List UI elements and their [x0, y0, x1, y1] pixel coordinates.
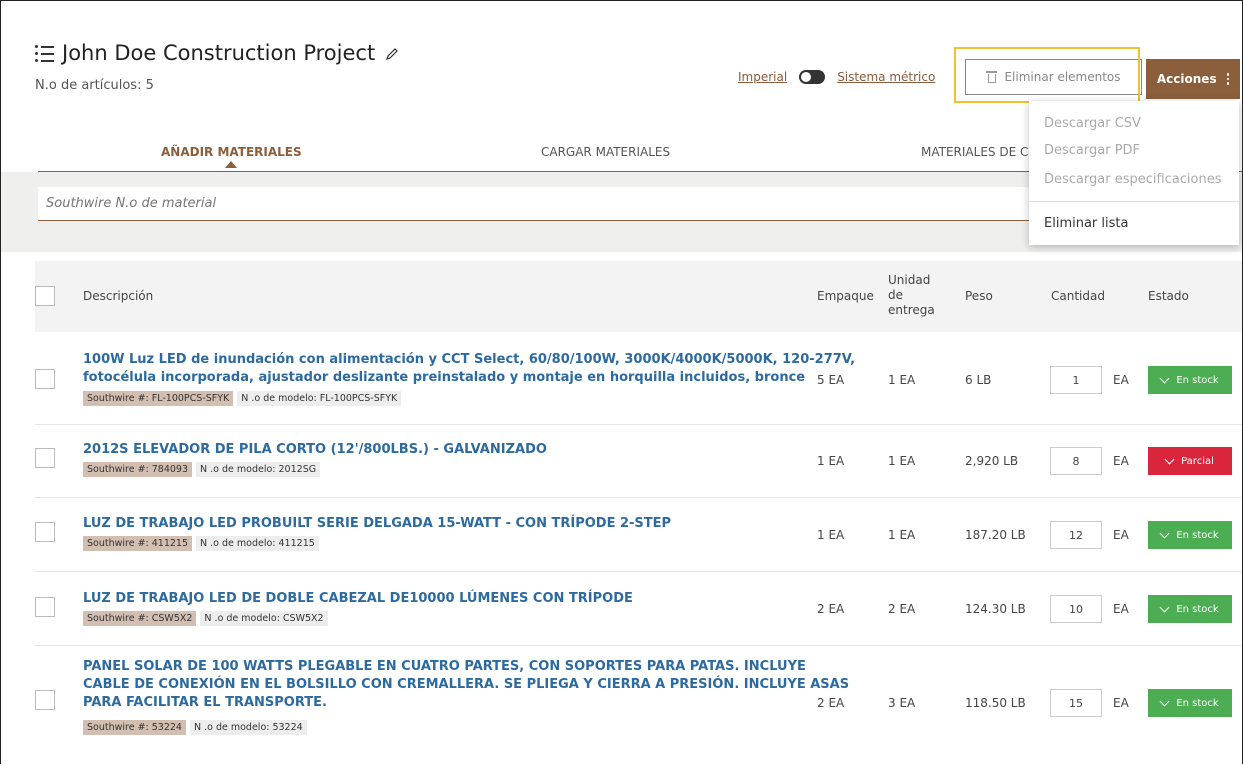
table-row: LUZ DE TRABAJO LED DE DOBLE CABEZAL DE10…	[35, 571, 1242, 646]
product-link[interactable]: 2012S ELEVADOR DE PILA CORTO (12'/800LBS…	[83, 441, 547, 459]
status-badge[interactable]: En stock	[1148, 521, 1232, 549]
southwire-number: Southwire #: FL-100PCS-SFYK	[83, 391, 234, 406]
header-package: Empaque	[817, 289, 874, 303]
quantity-unit: EA	[1113, 454, 1129, 468]
header-quantity: Cantidad	[1051, 289, 1105, 303]
row-checkbox[interactable]	[35, 597, 55, 617]
menu-download-pdf[interactable]: Descargar PDF	[1044, 143, 1140, 158]
southwire-number: Southwire #: 411215	[83, 536, 193, 551]
product-link[interactable]: 100W Luz LED de inundación con alimentac…	[83, 351, 855, 387]
product-tags: Southwire #: 411215 N .o de modelo: 4112…	[83, 536, 319, 551]
header-status: Estado	[1148, 289, 1189, 303]
unit-switch: Imperial Sistema métrico	[738, 70, 935, 84]
model-number: N .o de modelo: CSW5X2	[200, 611, 328, 626]
weight-cell: 187.20 LB	[965, 528, 1026, 542]
quantity-unit: EA	[1113, 373, 1129, 387]
quantity-input[interactable]	[1050, 689, 1102, 717]
unit-cell: 1 EA	[888, 373, 916, 387]
table-row: 100W Luz LED de inundación con alimentac…	[35, 341, 1242, 425]
item-count: N.o de artículos: 5	[35, 78, 154, 93]
quantity-input[interactable]	[1050, 521, 1102, 549]
header-unit: Unidad de entrega	[888, 273, 935, 317]
tab-add-materials[interactable]: AÑADIR MATERIALES	[161, 145, 302, 159]
header-weight: Peso	[965, 289, 993, 303]
product-tags: Southwire #: FL-100PCS-SFYK N .o de mode…	[83, 391, 402, 406]
actions-label: Acciones	[1156, 72, 1217, 86]
material-search-input[interactable]	[38, 187, 1038, 221]
table-row: 2012S ELEVADOR DE PILA CORTO (12'/800LBS…	[35, 424, 1242, 498]
kebab-icon	[1226, 73, 1230, 85]
quantity-unit: EA	[1113, 528, 1129, 542]
active-tab-indicator	[225, 161, 237, 168]
unit-cell: 1 EA	[888, 528, 916, 542]
menu-download-csv[interactable]: Descargar CSV	[1044, 116, 1141, 131]
status-badge[interactable]: En stock	[1148, 366, 1232, 394]
header-description: Descripción	[83, 289, 154, 303]
highlight-box	[954, 47, 1140, 103]
model-number: N .o de modelo: 53224	[189, 720, 307, 735]
table-row: LUZ DE TRABAJO LED PROBUILT SERIE DELGAD…	[35, 497, 1242, 572]
weight-cell: 124.30 LB	[965, 602, 1026, 616]
row-checkbox[interactable]	[35, 369, 55, 389]
southwire-number: Southwire #: CSW5X2	[83, 611, 197, 626]
quantity-unit: EA	[1113, 602, 1129, 616]
product-link[interactable]: LUZ DE TRABAJO LED PROBUILT SERIE DELGAD…	[83, 515, 671, 533]
package-cell: 2 EA	[817, 602, 845, 616]
tab-materials-de[interactable]: MATERIALES DE CO	[921, 145, 1029, 159]
unit-toggle[interactable]	[799, 70, 826, 84]
chevron-down-icon	[1159, 696, 1170, 706]
status-badge[interactable]: Parcial	[1148, 447, 1232, 475]
select-all-checkbox[interactable]	[35, 286, 55, 306]
chevron-down-icon	[1159, 528, 1170, 538]
chevron-down-icon	[1164, 454, 1175, 464]
page-title: John Doe Construction Project	[62, 41, 376, 65]
weight-cell: 118.50 LB	[965, 696, 1026, 710]
status-badge[interactable]: En stock	[1148, 595, 1232, 623]
status-badge[interactable]: En stock	[1148, 689, 1232, 717]
model-number: N .o de modelo: 2012SG	[196, 462, 321, 477]
row-checkbox[interactable]	[35, 522, 55, 542]
chevron-down-icon	[1159, 602, 1170, 612]
quantity-unit: EA	[1113, 696, 1129, 710]
menu-delete-list[interactable]: Eliminar lista	[1044, 216, 1128, 231]
row-checkbox[interactable]	[35, 448, 55, 468]
table-row: PANEL SOLAR DE 100 WATTS PLEGABLE EN CUA…	[35, 645, 1242, 764]
product-link[interactable]: PANEL SOLAR DE 100 WATTS PLEGABLE EN CUA…	[83, 658, 849, 712]
quantity-input[interactable]	[1050, 595, 1102, 623]
tab-upload-materials[interactable]: CARGAR MATERIALES	[541, 145, 670, 159]
package-cell: 2 EA	[817, 696, 845, 710]
product-link[interactable]: LUZ DE TRABAJO LED DE DOBLE CABEZAL DE10…	[83, 590, 633, 608]
package-cell: 1 EA	[817, 454, 845, 468]
product-tags: Southwire #: CSW5X2 N .o de modelo: CSW5…	[83, 611, 328, 626]
metric-link[interactable]: Sistema métrico	[837, 70, 935, 84]
menu-download-specs[interactable]: Descargar especificaciones	[1044, 172, 1222, 187]
app-frame: John Doe Construction Project N.o de art…	[0, 0, 1243, 764]
edit-pencil-icon[interactable]	[385, 46, 399, 60]
menu-divider	[1029, 201, 1239, 202]
southwire-number: Southwire #: 784093	[83, 462, 193, 477]
title-row: John Doe Construction Project	[35, 41, 399, 65]
model-number: N .o de modelo: FL-100PCS-SFYK	[237, 391, 402, 406]
actions-button[interactable]: Acciones	[1146, 59, 1240, 99]
row-checkbox[interactable]	[35, 690, 55, 710]
model-number: N .o de modelo: 411215	[196, 536, 319, 551]
package-cell: 1 EA	[817, 528, 845, 542]
actions-dropdown: Descargar CSV Descargar PDF Descargar es…	[1029, 101, 1239, 245]
unit-cell: 3 EA	[888, 696, 916, 710]
chevron-down-icon	[1159, 373, 1170, 383]
unit-cell: 1 EA	[888, 454, 916, 468]
southwire-number: Southwire #: 53224	[83, 720, 186, 735]
weight-cell: 6 LB	[965, 373, 992, 387]
unit-cell: 2 EA	[888, 602, 916, 616]
package-cell: 5 EA	[817, 373, 845, 387]
weight-cell: 2,920 LB	[965, 454, 1019, 468]
product-tags: Southwire #: 53224 N .o de modelo: 53224	[83, 720, 307, 735]
product-tags: Southwire #: 784093 N .o de modelo: 2012…	[83, 462, 321, 477]
quantity-input[interactable]	[1050, 447, 1102, 475]
imperial-link[interactable]: Imperial	[738, 70, 787, 84]
table-header: Descripción Empaque Unidad de entrega Peso…	[35, 261, 1242, 332]
list-icon	[35, 44, 55, 62]
quantity-input[interactable]	[1050, 366, 1102, 394]
